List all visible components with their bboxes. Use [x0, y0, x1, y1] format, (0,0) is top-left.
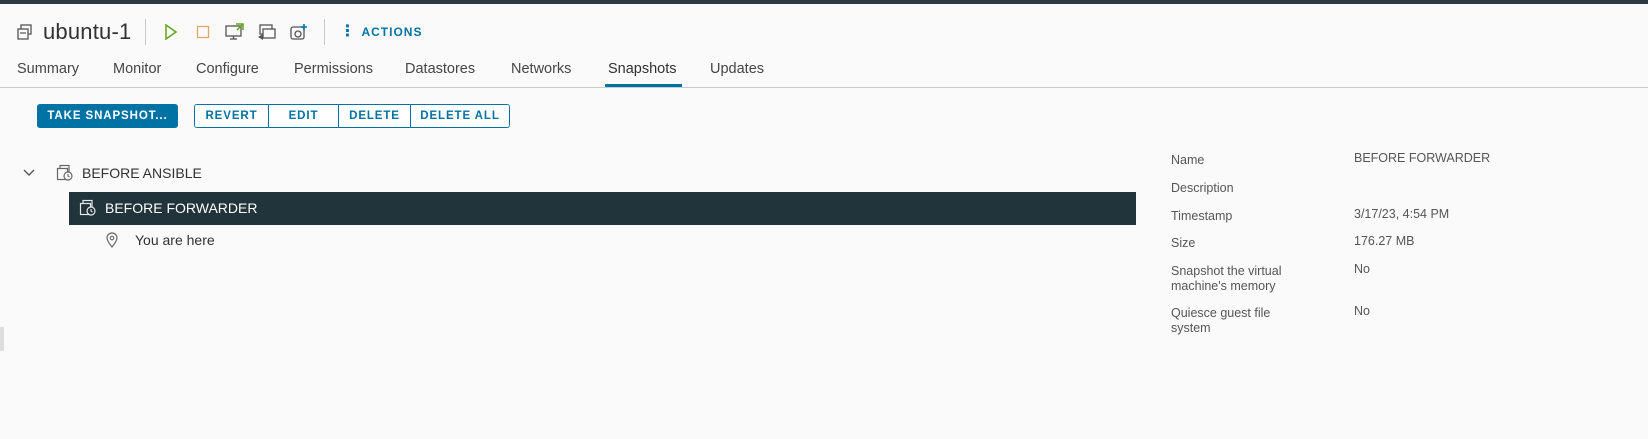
detail-label-size: Size — [1171, 236, 1196, 250]
active-tab-indicator — [605, 84, 682, 87]
map-pin-icon — [105, 231, 123, 249]
tab-networks[interactable]: Networks — [511, 61, 571, 77]
header-divider — [145, 19, 147, 45]
detail-label-timestamp: Timestamp — [1171, 209, 1233, 223]
snapshot-action-group: REVERT EDIT DELETE DELETE ALL — [194, 104, 510, 128]
tree-node-label: BEFORE ANSIBLE — [82, 165, 202, 181]
actions-label: ACTIONS — [361, 25, 423, 39]
detail-label-memory: Snapshot the virtual machine's memory — [1171, 264, 1282, 294]
tab-summary[interactable]: Summary — [17, 61, 79, 77]
detail-value-quiesce: No — [1354, 304, 1370, 318]
panel-resize-handle[interactable] — [0, 327, 4, 351]
delete-button[interactable]: DELETE — [339, 105, 411, 127]
header-divider — [324, 19, 326, 45]
tab-permissions[interactable]: Permissions — [294, 61, 373, 77]
tab-datastores[interactable]: Datastores — [405, 61, 475, 77]
revert-button[interactable]: REVERT — [195, 105, 269, 127]
detail-value-memory: No — [1354, 262, 1370, 276]
actions-menu-button[interactable]: ⋮ ACTIONS — [339, 24, 422, 40]
object-header: ubuntu-1 ⋮ ACTIONS — [16, 18, 422, 46]
tree-node-label: BEFORE FORWARDER — [105, 200, 258, 216]
top-bar — [0, 0, 1648, 4]
tree-node-current-state[interactable]: You are here — [105, 230, 215, 250]
detail-value-size: 176.27 MB — [1354, 234, 1415, 248]
detail-label-quiesce: Quiesce guest file system — [1171, 306, 1270, 336]
snapshot-icon[interactable] — [288, 21, 310, 43]
tab-configure[interactable]: Configure — [196, 61, 259, 77]
detail-label-quiesce-line2: system — [1171, 321, 1211, 335]
snapshot-icon — [79, 199, 97, 217]
power-off-icon[interactable] — [192, 21, 214, 43]
detail-label-quiesce-line1: Quiesce guest file — [1171, 306, 1271, 320]
launch-console-icon[interactable] — [224, 21, 246, 43]
more-vertical-icon: ⋮ — [339, 23, 357, 40]
vm-title: ubuntu-1 — [43, 19, 132, 44]
tab-bar: Summary Monitor Configure Permissions Da… — [0, 55, 1648, 88]
migrate-icon[interactable] — [256, 21, 278, 43]
detail-label-name: Name — [1171, 153, 1205, 167]
tab-monitor[interactable]: Monitor — [113, 61, 161, 77]
detail-label-description: Description — [1171, 181, 1234, 195]
vm-icon — [16, 23, 34, 41]
tree-node-selected[interactable]: BEFORE FORWARDER — [69, 192, 1136, 225]
detail-value-timestamp: 3/17/23, 4:54 PM — [1354, 207, 1450, 221]
power-on-icon[interactable] — [160, 21, 182, 43]
delete-all-button[interactable]: DELETE ALL — [411, 105, 509, 127]
detail-label-memory-line1: Snapshot the virtual — [1171, 264, 1282, 278]
take-snapshot-button[interactable]: TAKE SNAPSHOT... — [37, 104, 178, 128]
snapshot-icon — [56, 164, 74, 182]
tab-updates[interactable]: Updates — [710, 61, 764, 77]
tree-node-label: You are here — [135, 232, 215, 248]
tree-node-root[interactable]: BEFORE ANSIBLE — [56, 163, 202, 183]
detail-value-name: BEFORE FORWARDER — [1354, 151, 1491, 165]
chevron-down-icon[interactable] — [22, 166, 36, 180]
edit-button[interactable]: EDIT — [269, 105, 339, 127]
tab-snapshots[interactable]: Snapshots — [608, 61, 677, 77]
detail-label-memory-line2: machine's memory — [1171, 279, 1276, 293]
